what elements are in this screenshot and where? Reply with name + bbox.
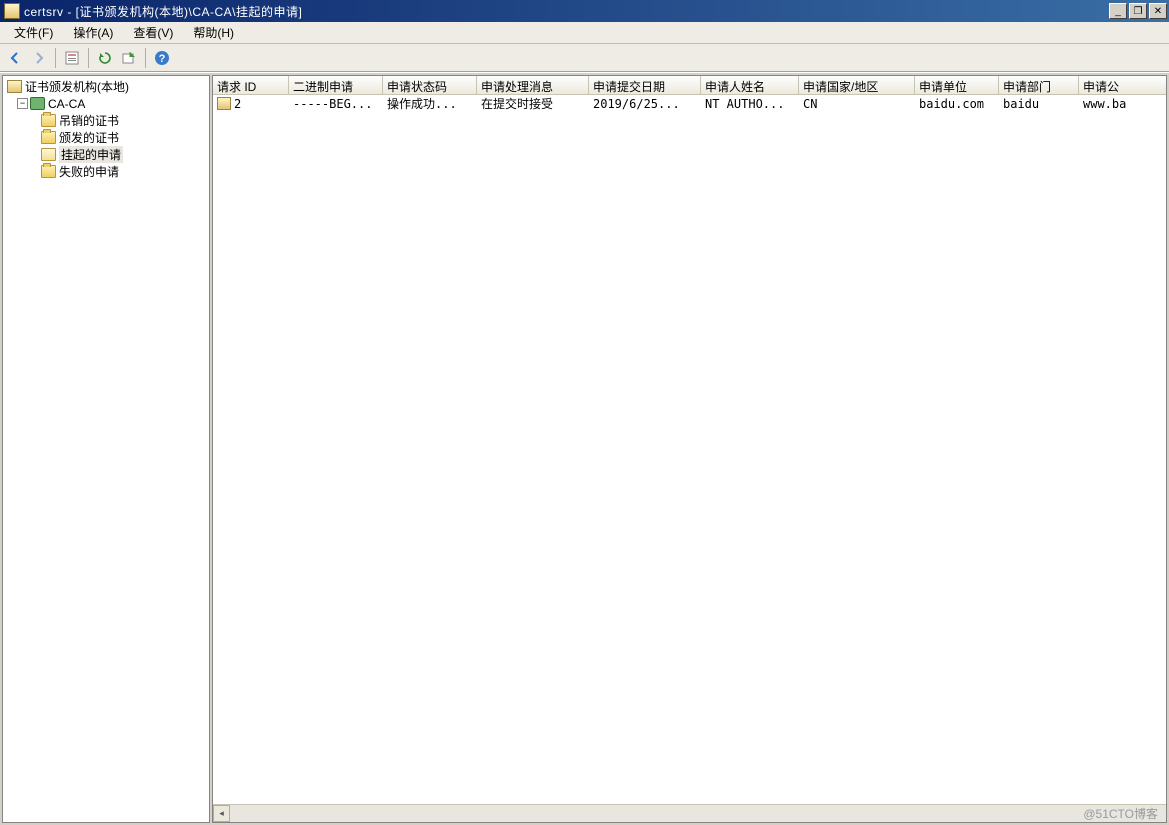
tree-ca-label: CA-CA <box>48 97 85 111</box>
menu-bar: 文件(F) 操作(A) 查看(V) 帮助(H) <box>0 22 1169 44</box>
table-row[interactable]: 2 -----BEG... 操作成功... 在提交时接受 2019/6/25..… <box>213 95 1166 112</box>
cell-country: CN <box>799 96 915 112</box>
tree-collapse-icon[interactable]: − <box>17 98 28 109</box>
list-header: 请求 ID 二进制申请 申请状态码 申请处理消息 申请提交日期 申请人姓名 申请… <box>213 76 1166 95</box>
toolbar: ? <box>0 44 1169 72</box>
col-org[interactable]: 申请单位 <box>915 76 999 94</box>
horizontal-scrollbar[interactable]: ◂ @51CTO博客 <box>213 804 1166 822</box>
close-button[interactable]: ✕ <box>1149 3 1167 19</box>
menu-file[interactable]: 文件(F) <box>4 22 63 43</box>
window-controls: _ ❐ ✕ <box>1109 3 1167 19</box>
col-request-id[interactable]: 请求 ID <box>213 76 289 94</box>
list-body[interactable]: 2 -----BEG... 操作成功... 在提交时接受 2019/6/25..… <box>213 95 1166 804</box>
cell-requester: NT AUTHO... <box>701 96 799 112</box>
scroll-left-button[interactable]: ◂ <box>213 805 230 822</box>
tree-item-revoked[interactable]: 吊销的证书 <box>3 112 209 129</box>
col-status-code[interactable]: 申请状态码 <box>383 76 477 94</box>
minimize-button[interactable]: _ <box>1109 3 1127 19</box>
refresh-button[interactable] <box>94 47 116 69</box>
cell-binary-req: -----BEG... <box>289 96 383 112</box>
tree-ca[interactable]: − CA-CA <box>3 95 209 112</box>
menu-action[interactable]: 操作(A) <box>63 22 123 43</box>
menu-view[interactable]: 查看(V) <box>123 22 183 43</box>
folder-icon <box>41 165 56 178</box>
tree-revoked-label: 吊销的证书 <box>59 112 119 129</box>
cell-disposition: 在提交时接受 <box>477 95 589 113</box>
cell-submit-date: 2019/6/25... <box>589 96 701 112</box>
tree-issued-label: 颁发的证书 <box>59 129 119 146</box>
window-title: certsrv - [证书颁发机构(本地)\CA-CA\挂起的申请] <box>24 3 1109 20</box>
export-button[interactable] <box>118 47 140 69</box>
tree-item-failed[interactable]: 失败的申请 <box>3 163 209 180</box>
folder-open-icon <box>41 148 56 161</box>
tree-failed-label: 失败的申请 <box>59 163 119 180</box>
title-bar: certsrv - [证书颁发机构(本地)\CA-CA\挂起的申请] _ ❐ ✕ <box>0 0 1169 22</box>
tree-item-issued[interactable]: 颁发的证书 <box>3 129 209 146</box>
col-country[interactable]: 申请国家/地区 <box>799 76 915 94</box>
tree-pane[interactable]: 证书颁发机构(本地) − CA-CA 吊销的证书 颁发的证书 挂起的申请 失败的… <box>2 75 210 823</box>
col-submit-date[interactable]: 申请提交日期 <box>589 76 701 94</box>
cell-company: www.ba <box>1079 96 1139 112</box>
main-content: 证书颁发机构(本地) − CA-CA 吊销的证书 颁发的证书 挂起的申请 失败的… <box>0 72 1169 825</box>
tree-pending-label: 挂起的申请 <box>59 146 123 163</box>
cell-org: baidu.com <box>915 96 999 112</box>
help-button[interactable]: ? <box>151 47 173 69</box>
nav-forward-button[interactable] <box>28 47 50 69</box>
ca-icon <box>30 97 45 110</box>
svg-text:?: ? <box>159 53 166 65</box>
cell-request-id-value: 2 <box>234 97 241 111</box>
col-company[interactable]: 申请公 <box>1079 76 1139 94</box>
request-icon <box>217 97 231 110</box>
watermark-text: @51CTO博客 <box>1083 805 1166 822</box>
cell-status-code: 操作成功... <box>383 95 477 113</box>
toolbar-separator <box>145 48 146 68</box>
tree-root-label: 证书颁发机构(本地) <box>25 78 129 95</box>
toolbar-separator <box>55 48 56 68</box>
col-disposition[interactable]: 申请处理消息 <box>477 76 589 94</box>
col-requester[interactable]: 申请人姓名 <box>701 76 799 94</box>
folder-icon <box>41 131 56 144</box>
authority-icon <box>7 80 22 93</box>
toolbar-separator <box>88 48 89 68</box>
folder-icon <box>41 114 56 127</box>
tree-root[interactable]: 证书颁发机构(本地) <box>3 78 209 95</box>
app-icon <box>4 3 20 19</box>
col-binary-req[interactable]: 二进制申请 <box>289 76 383 94</box>
cell-dept: baidu <box>999 96 1079 112</box>
col-dept[interactable]: 申请部门 <box>999 76 1079 94</box>
menu-help[interactable]: 帮助(H) <box>183 22 244 43</box>
tree-item-pending[interactable]: 挂起的申请 <box>3 146 209 163</box>
list-pane: 请求 ID 二进制申请 申请状态码 申请处理消息 申请提交日期 申请人姓名 申请… <box>212 75 1167 823</box>
properties-button[interactable] <box>61 47 83 69</box>
nav-back-button[interactable] <box>4 47 26 69</box>
cell-request-id: 2 <box>213 96 289 112</box>
restore-button[interactable]: ❐ <box>1129 3 1147 19</box>
